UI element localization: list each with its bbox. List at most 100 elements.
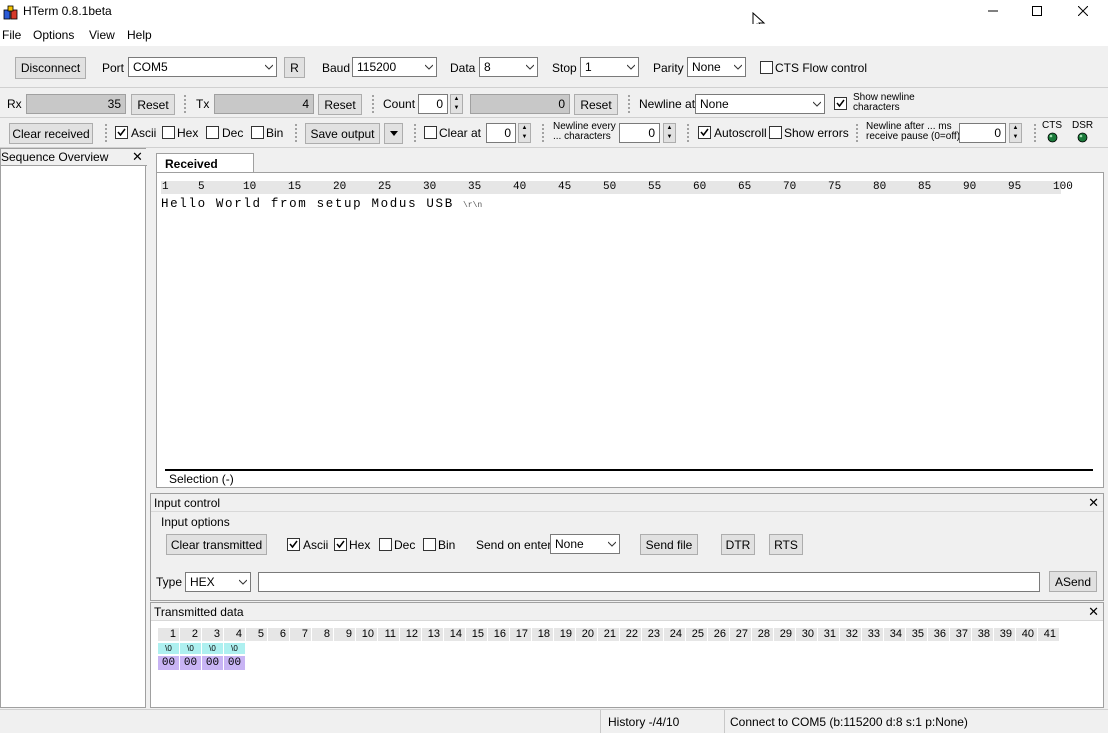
- close-icon[interactable]: ✕: [132, 149, 143, 165]
- close-icon[interactable]: ✕: [1088, 604, 1099, 620]
- spin-down-icon[interactable]: ▼: [451, 104, 462, 113]
- ruler-number: 80: [873, 181, 887, 193]
- tx-column-number: 11: [378, 628, 399, 641]
- dec-label: Dec: [222, 126, 244, 140]
- count-label: Count: [383, 97, 416, 111]
- input-bin-checkbox[interactable]: [423, 538, 436, 551]
- ruler-number: 100: [1053, 181, 1073, 193]
- newline-after-input[interactable]: 0: [959, 123, 1006, 143]
- tx-column-number: 21: [598, 628, 619, 641]
- tx-column-number: 8: [312, 628, 333, 641]
- tx-label: Tx: [196, 97, 210, 111]
- data-bits-value: 8: [484, 60, 491, 74]
- send-file-button[interactable]: Send file: [640, 534, 698, 555]
- cts-flow-checkbox[interactable]: [760, 61, 773, 74]
- tx-column-number: 31: [818, 628, 839, 641]
- save-output-menu-button[interactable]: [384, 123, 403, 144]
- save-output-button[interactable]: Save output: [305, 123, 380, 144]
- dec-checkbox[interactable]: [206, 126, 219, 139]
- input-ascii-checkbox[interactable]: [287, 538, 300, 551]
- hex-checkbox[interactable]: [162, 126, 175, 139]
- toolbar-grip[interactable]: [1033, 123, 1037, 143]
- toolbar-grip[interactable]: [294, 123, 298, 143]
- tx-column-number: 25: [686, 628, 707, 641]
- menu-options[interactable]: Options: [33, 28, 74, 42]
- count-input[interactable]: 0: [418, 94, 448, 114]
- newline-every-input[interactable]: 0: [619, 123, 660, 143]
- asend-button[interactable]: ASend: [1049, 571, 1097, 592]
- toolbar-grip[interactable]: [627, 94, 631, 114]
- toolbar-grip[interactable]: [686, 123, 690, 143]
- autoscroll-checkbox[interactable]: [698, 126, 711, 139]
- rx-counter: 35: [26, 94, 126, 114]
- tx-reset-button[interactable]: Reset: [318, 94, 362, 115]
- toolbar-grip[interactable]: [855, 123, 859, 143]
- disconnect-button[interactable]: Disconnect: [15, 57, 86, 79]
- clear-at-input[interactable]: 0: [486, 123, 516, 143]
- newline-at-select[interactable]: None: [695, 94, 825, 114]
- tx-column-number: 6: [268, 628, 289, 641]
- send-input[interactable]: [258, 572, 1040, 592]
- toolbar-grip[interactable]: [183, 94, 187, 114]
- close-button[interactable]: [1060, 0, 1106, 22]
- minimize-button[interactable]: [970, 0, 1016, 22]
- show-errors-checkbox[interactable]: [769, 126, 782, 139]
- input-hex-checkbox[interactable]: [334, 538, 347, 551]
- type-label: Type: [156, 575, 183, 589]
- tx-column-number: 36: [928, 628, 949, 641]
- menu-help[interactable]: Help: [127, 28, 152, 42]
- spin-up-icon[interactable]: ▲: [1010, 124, 1021, 133]
- tx-column-number: 33: [862, 628, 883, 641]
- input-dec-checkbox[interactable]: [379, 538, 392, 551]
- tab-received-data[interactable]: Received Data: [156, 153, 254, 185]
- clear-at-spinner[interactable]: ▲ ▼: [518, 123, 531, 143]
- received-data-area[interactable]: 1 5 10 15 20 25 30 35 40 45 50 55 60 65 70 75 80 85 90 95 10…: [156, 172, 1104, 488]
- tx-column-number: 5: [246, 628, 267, 641]
- toolbar-grip[interactable]: [413, 123, 417, 143]
- maximize-button[interactable]: [1014, 0, 1060, 22]
- ascii-checkbox[interactable]: [115, 126, 128, 139]
- newline-every-spinner[interactable]: ▲ ▼: [663, 123, 676, 143]
- bin-checkbox[interactable]: [251, 126, 264, 139]
- clear-at-checkbox[interactable]: [424, 126, 437, 139]
- show-newline-checkbox[interactable]: [834, 97, 847, 110]
- parity-value: None: [692, 60, 721, 74]
- tx-column-number: 12: [400, 628, 421, 641]
- newline-after-spinner[interactable]: ▲ ▼: [1009, 123, 1022, 143]
- clear-received-button[interactable]: Clear received: [9, 123, 93, 144]
- clear-transmitted-button[interactable]: Clear transmitted: [166, 534, 267, 555]
- spin-down-icon[interactable]: ▼: [1010, 133, 1021, 142]
- spin-up-icon[interactable]: ▲: [664, 124, 675, 133]
- toolbar-grip[interactable]: [104, 123, 108, 143]
- tx-column-number: 22: [620, 628, 641, 641]
- rx-reset-button[interactable]: Reset: [131, 94, 175, 115]
- stop-bits-select[interactable]: 1: [580, 57, 639, 77]
- tx-column-number: 20: [576, 628, 597, 641]
- checkmark-icon: [117, 128, 126, 137]
- dtr-button[interactable]: DTR: [721, 534, 755, 555]
- data-bits-select[interactable]: 8: [479, 57, 538, 77]
- spin-down-icon[interactable]: ▼: [664, 133, 675, 142]
- count-spinner[interactable]: ▲ ▼: [450, 94, 463, 114]
- toolbar-grip[interactable]: [371, 94, 375, 114]
- status-bar: History -/4/10 Connect to COM5 (b:115200…: [0, 709, 1108, 733]
- type-select[interactable]: HEX: [185, 572, 251, 592]
- refresh-ports-button[interactable]: R: [284, 57, 305, 78]
- status-divider: [600, 710, 601, 733]
- spin-down-icon[interactable]: ▼: [519, 133, 530, 142]
- menu-view[interactable]: View: [89, 28, 115, 42]
- parity-select[interactable]: None: [687, 57, 746, 77]
- close-icon[interactable]: ✕: [1088, 495, 1099, 511]
- tx-column-number: 10: [356, 628, 377, 641]
- transmitted-data-grid[interactable]: 1 2 3 4 5 6 7 8 9 10 11 12 13 14 15 16 17 18 19 20 21 22 23 24 2…: [158, 628, 1059, 688]
- send-on-enter-select[interactable]: None: [550, 534, 620, 554]
- baud-select[interactable]: 115200: [352, 57, 437, 77]
- tx-hex-byte: 00: [202, 656, 223, 670]
- toolbar-grip[interactable]: [541, 123, 545, 143]
- count-reset-button[interactable]: Reset: [574, 94, 618, 115]
- spin-up-icon[interactable]: ▲: [451, 95, 462, 104]
- rts-button[interactable]: RTS: [769, 534, 803, 555]
- spin-up-icon[interactable]: ▲: [519, 124, 530, 133]
- port-select[interactable]: COM5: [128, 57, 277, 77]
- menu-file[interactable]: File: [2, 28, 21, 42]
